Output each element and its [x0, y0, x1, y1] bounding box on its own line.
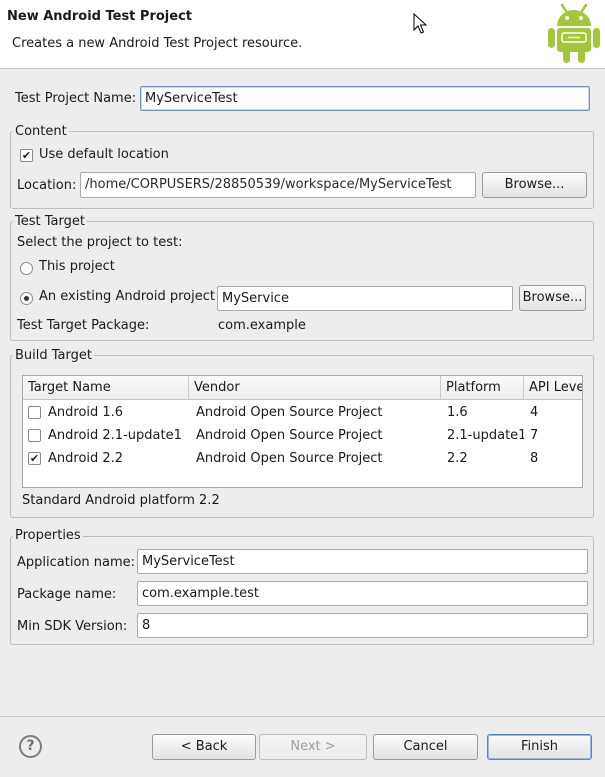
target-name-cell: Android 1.6 — [48, 405, 124, 420]
content-group-title: Content — [13, 124, 69, 139]
table-row[interactable]: ✔ Android 2.2 Android Open Source Projec… — [23, 447, 582, 470]
target-name-cell: Android 2.2 — [48, 451, 124, 466]
location-label: Location: — [17, 178, 77, 193]
help-icon[interactable]: ? — [19, 735, 42, 758]
select-project-prompt: Select the project to test: — [17, 235, 183, 250]
build-target-table[interactable]: Target Name Vendor Platform API Leve And… — [22, 375, 583, 488]
column-header-api-level[interactable]: API Leve — [524, 376, 582, 400]
dialog-title: New Android Test Project — [7, 9, 192, 24]
test-target-package-value: com.example — [218, 318, 306, 333]
location-input[interactable]: /home/CORPUSERS/28850539/workspace/MySer… — [80, 172, 476, 198]
back-button[interactable]: < Back — [152, 734, 256, 760]
mouse-cursor-icon — [413, 13, 428, 34]
footer-separator — [0, 716, 605, 717]
existing-project-input[interactable]: MyService — [217, 286, 513, 311]
location-browse-button[interactable]: Browse... — [482, 172, 587, 198]
vendor-cell: Android Open Source Project — [196, 451, 383, 466]
use-default-location-label: Use default location — [39, 147, 169, 162]
next-button[interactable]: Next > — [259, 734, 367, 760]
platform-cell: 1.6 — [447, 405, 468, 420]
test-target-group-title: Test Target — [13, 214, 87, 229]
finish-button[interactable]: Finish — [487, 734, 592, 760]
table-row[interactable]: Android 2.1-update1 Android Open Source … — [23, 424, 582, 447]
api-level-cell: 7 — [530, 428, 539, 443]
test-target-package-label: Test Target Package: — [17, 318, 150, 333]
this-project-label: This project — [39, 259, 115, 274]
properties-group-title: Properties — [13, 528, 83, 543]
vendor-cell: Android Open Source Project — [196, 405, 383, 420]
package-name-input[interactable]: com.example.test — [137, 581, 588, 606]
target-checkbox[interactable] — [28, 406, 41, 419]
column-header-vendor[interactable]: Vendor — [189, 376, 441, 400]
package-name-label: Package name: — [17, 587, 117, 602]
min-sdk-version-input[interactable]: 8 — [137, 613, 588, 638]
checkmark-icon: ✔ — [29, 452, 40, 465]
target-checkbox[interactable] — [28, 429, 41, 442]
cancel-button[interactable]: Cancel — [373, 734, 478, 760]
application-name-label: Application name: — [17, 555, 136, 570]
platform-cell: 2.1-update1 — [447, 428, 524, 443]
test-project-name-label: Test Project Name: — [15, 91, 137, 106]
table-row[interactable]: Android 1.6 Android Open Source Project … — [23, 401, 582, 424]
column-header-platform[interactable]: Platform — [441, 376, 524, 400]
use-default-location-checkbox[interactable]: ✔ — [20, 149, 33, 162]
checkmark-icon: ✔ — [21, 149, 32, 162]
min-sdk-version-label: Min SDK Version: — [17, 619, 128, 634]
test-project-name-input[interactable]: MyServiceTest — [140, 86, 590, 111]
api-level-cell: 8 — [530, 451, 539, 466]
column-header-target-name[interactable]: Target Name — [23, 376, 189, 400]
build-target-description: Standard Android platform 2.2 — [22, 493, 220, 508]
existing-project-radio[interactable] — [20, 292, 33, 305]
vendor-cell: Android Open Source Project — [196, 428, 383, 443]
android-logo-icon — [548, 3, 600, 63]
target-checkbox[interactable]: ✔ — [28, 452, 41, 465]
dialog-banner: New Android Test Project Creates a new A… — [0, 0, 605, 69]
dialog-description: Creates a new Android Test Project resou… — [12, 36, 303, 51]
existing-project-browse-button[interactable]: Browse... — [519, 285, 586, 311]
build-target-group-title: Build Target — [13, 348, 94, 363]
application-name-input[interactable]: MyServiceTest — [137, 549, 588, 574]
table-header: Target Name Vendor Platform API Leve — [23, 376, 582, 400]
platform-cell: 2.2 — [447, 451, 468, 466]
existing-project-label: An existing Android project — [39, 289, 215, 304]
api-level-cell: 4 — [530, 405, 539, 420]
this-project-radio[interactable] — [20, 262, 33, 275]
target-name-cell: Android 2.1-update1 — [48, 428, 182, 443]
